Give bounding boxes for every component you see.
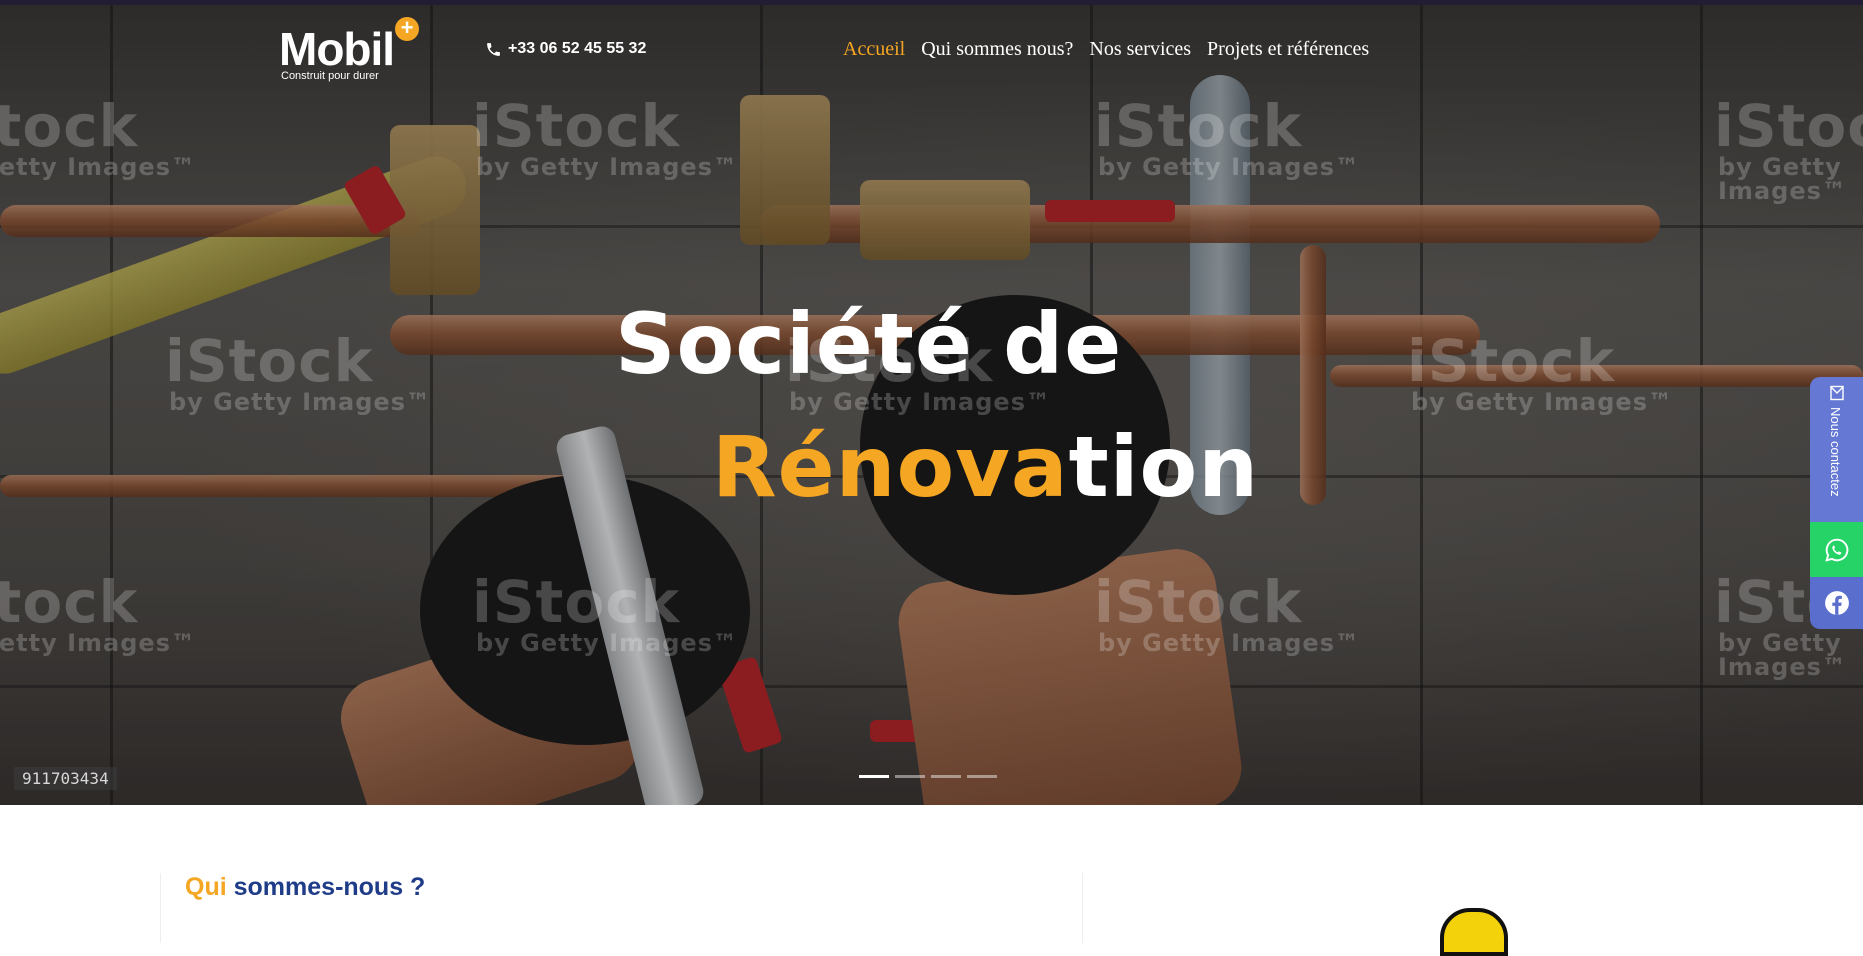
slider-pagination xyxy=(859,775,997,778)
stock-watermark: iStockby Getty Images™ xyxy=(0,568,196,657)
contact-tab[interactable]: Nous contactez xyxy=(1810,377,1863,522)
about-title-rest: sommes-nous ? xyxy=(233,873,426,901)
stock-watermark: iStockby Getty Images™ xyxy=(472,568,738,657)
nav-item-projets-references[interactable]: Projets et références xyxy=(1207,38,1369,61)
stock-watermark: iStockby Getty Images™ xyxy=(1714,92,1863,205)
contact-tab-label: Nous contactez xyxy=(1828,407,1843,497)
slider-dot[interactable] xyxy=(967,775,997,778)
nav-item-qui-sommes-nous[interactable]: Qui sommes nous? xyxy=(921,38,1073,61)
slider-dot[interactable] xyxy=(931,775,961,778)
logo-plus-icon: + xyxy=(395,17,419,41)
facebook-button[interactable] xyxy=(1810,577,1863,629)
main-nav: Accueil Qui sommes nous? Nos services Pr… xyxy=(843,38,1369,61)
worker-illustration xyxy=(1440,908,1508,956)
whatsapp-button[interactable] xyxy=(1810,522,1863,577)
envelope-icon xyxy=(1830,385,1844,401)
phone-icon xyxy=(487,42,500,56)
stock-watermark: iStockby Getty Images™ xyxy=(1094,568,1360,657)
hero-title-rest: tion xyxy=(1068,418,1260,516)
hero-slider: iStockby Getty Images™ iStockby Getty Im… xyxy=(0,5,1863,805)
stock-watermark: iStockby Getty Images™ xyxy=(1407,327,1673,416)
nav-item-nos-services[interactable]: Nos services xyxy=(1089,38,1191,61)
phone-number: +33 06 52 45 55 32 xyxy=(508,40,647,57)
stock-watermark: iStockby Getty Images™ xyxy=(0,92,196,181)
logo-tagline: Construit pour durer xyxy=(281,70,379,82)
logo-wordmark: Mobil xyxy=(279,23,395,75)
hero-title-accent: Rénova xyxy=(712,418,1069,516)
phone-contact[interactable]: +33 06 52 45 55 32 xyxy=(485,40,646,58)
about-section-title: Qui sommes-nous ? xyxy=(185,873,425,902)
slider-dot[interactable] xyxy=(859,775,889,778)
nav-item-accueil[interactable]: Accueil xyxy=(843,38,905,61)
stock-image-id: 911703434 xyxy=(14,767,117,790)
hero-title-line2: Rénovation xyxy=(712,418,1259,516)
hero-title-line1: Société de xyxy=(615,295,1123,393)
facebook-icon xyxy=(1824,591,1849,615)
slider-dot[interactable] xyxy=(895,775,925,778)
whatsapp-icon xyxy=(1824,538,1848,562)
stock-watermark: iStockby Getty Images™ xyxy=(165,327,431,416)
stock-watermark: iStockby Getty Images™ xyxy=(1094,92,1360,181)
site-logo[interactable]: Mobil + Construit pour durer xyxy=(279,17,419,82)
stock-watermark: iStockby Getty Images™ xyxy=(472,92,738,181)
about-title-accent: Qui xyxy=(185,873,227,901)
